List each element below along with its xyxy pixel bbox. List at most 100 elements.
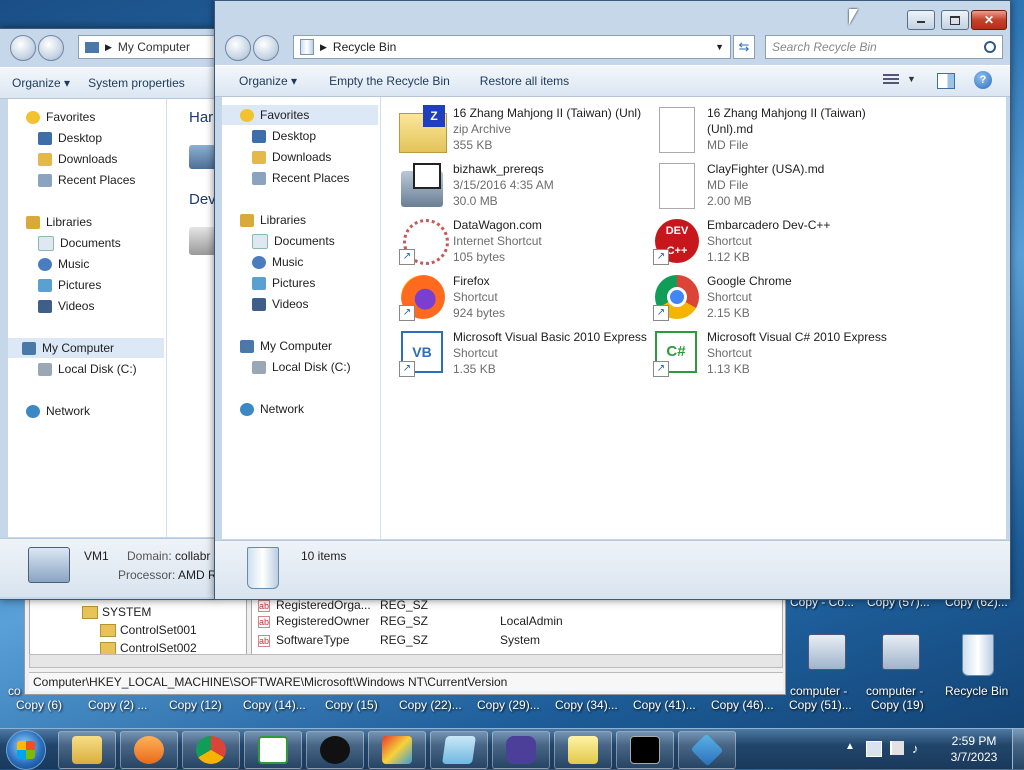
desktop-icon-recycle-bin[interactable]: Recycle Bin <box>940 630 1016 700</box>
file-item[interactable]: C# ↗ Microsoft Visual C# 2010 Express Shor… <box>653 329 903 381</box>
show-desktop-button[interactable] <box>1012 729 1024 769</box>
desktop-label[interactable]: Copy (46)... <box>711 698 774 712</box>
tree-item-system[interactable]: SYSTEM <box>82 605 151 619</box>
clock[interactable]: 2:59 PM 3/7/2023 <box>946 733 1002 765</box>
start-button[interactable] <box>6 730 46 770</box>
nav-my-computer[interactable]: My Computer <box>8 338 164 358</box>
file-item[interactable]: bizhawk_prereqs 3/15/2016 4:35 AM 30.0 MB <box>399 161 649 213</box>
nav-pictures[interactable]: Pictures <box>38 275 101 295</box>
nav-local-disk[interactable]: Local Disk (C:) <box>38 359 137 379</box>
nav-network[interactable]: Network <box>26 401 90 421</box>
preview-pane-icon[interactable] <box>937 73 955 89</box>
organize-button[interactable]: Organize ▾ <box>215 74 309 88</box>
desktop-label[interactable]: Copy (29)... <box>477 698 540 712</box>
taskbar-button-explorer[interactable] <box>58 731 116 769</box>
taskbar-button-notepad[interactable] <box>430 731 488 769</box>
file-item[interactable]: Z 16 Zhang Mahjong II (Taiwan) (Unl) zip … <box>399 105 649 157</box>
taskbar-button-media-player[interactable] <box>120 731 178 769</box>
nav-desktop[interactable]: Desktop <box>252 126 316 146</box>
file-item[interactable]: ClayFighter (USA).md MD File 2.00 MB <box>653 161 903 213</box>
nav-videos[interactable]: Videos <box>38 296 94 316</box>
taskbar-button-penguin-game[interactable] <box>306 731 364 769</box>
nav-music[interactable]: Music <box>38 254 89 274</box>
taskbar-button-csharp[interactable] <box>244 731 302 769</box>
help-icon[interactable]: ? <box>974 71 992 89</box>
tree-item-controlset001[interactable]: ControlSet001 <box>100 623 197 637</box>
volume-tray-icon[interactable]: ♪ <box>912 741 919 756</box>
drive-icon[interactable] <box>189 145 214 169</box>
view-dropdown-icon[interactable]: ▼ <box>907 74 916 84</box>
dvd-drive-icon[interactable] <box>189 227 214 255</box>
empty-recycle-bin-button[interactable]: Empty the Recycle Bin <box>309 74 462 88</box>
desktop-label[interactable]: Copy (19) <box>871 698 924 712</box>
desktop-icon-computer-1[interactable]: computer - <box>790 630 862 700</box>
desktop-label[interactable]: Copy (14)... <box>243 698 306 712</box>
close-button[interactable]: ✕ <box>971 10 1007 30</box>
taskbar-button-registry[interactable] <box>678 731 736 769</box>
nav-videos[interactable]: Videos <box>252 294 308 314</box>
address-dropdown-icon[interactable]: ▼ <box>715 42 724 52</box>
nav-network[interactable]: Network <box>240 399 304 419</box>
back-button[interactable] <box>10 35 36 61</box>
search-box[interactable]: Search Recycle Bin <box>765 35 1003 59</box>
desktop-label[interactable]: Copy (22)... <box>399 698 462 712</box>
desktop-label[interactable]: Copy (51)... <box>789 698 852 712</box>
desktop-label[interactable]: Copy (34)... <box>555 698 618 712</box>
registry-row[interactable]: ab RegisteredOwner REG_SZ LocalAdmin <box>256 614 776 632</box>
forward-button[interactable] <box>253 35 279 61</box>
forward-button[interactable] <box>38 35 64 61</box>
desktop-label[interactable]: Copy (6) <box>16 698 62 712</box>
nav-favorites[interactable]: Favorites <box>26 107 95 127</box>
desktop-label[interactable]: Copy (12) <box>169 698 222 712</box>
file-item[interactable]: ↗ Google Chrome Shortcut 2.15 KB <box>653 273 903 325</box>
maximize-button[interactable] <box>941 10 969 30</box>
address-bar[interactable]: ▶ Recycle Bin ▼ <box>293 35 731 59</box>
file-item[interactable]: VB ↗ Microsoft Visual Basic 2010 Express S… <box>399 329 649 381</box>
file-item[interactable]: ↗ DataWagon.com Internet Shortcut 105 byte… <box>399 217 649 269</box>
nav-favorites[interactable]: Favorites <box>222 105 378 125</box>
nav-documents[interactable]: Documents <box>252 231 335 251</box>
view-options-icon[interactable] <box>883 74 899 86</box>
registry-scrollbar[interactable] <box>29 654 783 668</box>
organize-button[interactable]: Organize ▾ <box>0 76 82 90</box>
nav-recent-places[interactable]: Recent Places <box>252 168 349 188</box>
nav-music[interactable]: Music <box>252 252 303 272</box>
registry-row[interactable]: ab RegisteredOrga... REG_SZ <box>256 598 776 614</box>
back-button[interactable] <box>225 35 251 61</box>
nav-libraries[interactable]: Libraries <box>240 210 306 230</box>
refresh-button[interactable]: ⇆ <box>733 35 755 59</box>
address-bar[interactable]: ▶ My Computer <box>78 35 220 59</box>
nav-documents[interactable]: Documents <box>38 233 121 253</box>
nav-recent-places[interactable]: Recent Places <box>38 170 135 190</box>
nav-libraries[interactable]: Libraries <box>26 212 92 232</box>
file-item[interactable]: ↗ Firefox Shortcut 924 bytes <box>399 273 649 325</box>
desktop-icon-computer-2[interactable]: computer - <box>866 630 936 700</box>
taskbar-button-gameboy[interactable] <box>492 731 550 769</box>
search-input[interactable]: Search Recycle Bin <box>772 40 877 54</box>
restore-all-items-button[interactable]: Restore all items <box>462 74 581 88</box>
minimize-button[interactable] <box>907 10 935 30</box>
network-tray-icon[interactable] <box>866 741 882 757</box>
file-item[interactable]: DEV C++ ↗ Embarcadero Dev-C++ Shortcut 1.12 … <box>653 217 903 269</box>
nav-desktop[interactable]: Desktop <box>38 128 102 148</box>
taskbar-button-folder-notes[interactable] <box>554 731 612 769</box>
nav-downloads[interactable]: Downloads <box>252 147 331 167</box>
registry-row[interactable]: ab SoftwareType REG_SZ System <box>256 633 776 651</box>
show-hidden-icons-button[interactable]: ▲ <box>845 741 855 752</box>
nav-downloads[interactable]: Downloads <box>38 149 117 169</box>
desktop-label[interactable]: Copy (41)... <box>633 698 696 712</box>
desktop-fragment-label[interactable]: co <box>8 684 21 698</box>
taskbar-button-mario-emulator[interactable] <box>368 731 426 769</box>
desktop-label[interactable]: Copy (15) <box>325 698 378 712</box>
search-icon[interactable] <box>984 41 996 53</box>
nav-local-disk[interactable]: Local Disk (C:) <box>252 357 351 377</box>
taskbar-button-cmd[interactable] <box>616 731 674 769</box>
tree-item-controlset002[interactable]: ControlSet002 <box>100 641 197 655</box>
file-item[interactable]: 16 Zhang Mahjong II (Taiwan) (Unl).md MD F… <box>653 105 903 157</box>
nav-pictures[interactable]: Pictures <box>252 273 315 293</box>
taskbar-button-chrome[interactable] <box>182 731 240 769</box>
desktop-label[interactable]: Copy (2) ... <box>88 698 147 712</box>
nav-my-computer[interactable]: My Computer <box>240 336 332 356</box>
flag-tray-icon[interactable] <box>890 741 904 755</box>
system-properties-button[interactable]: System properties <box>82 76 197 90</box>
